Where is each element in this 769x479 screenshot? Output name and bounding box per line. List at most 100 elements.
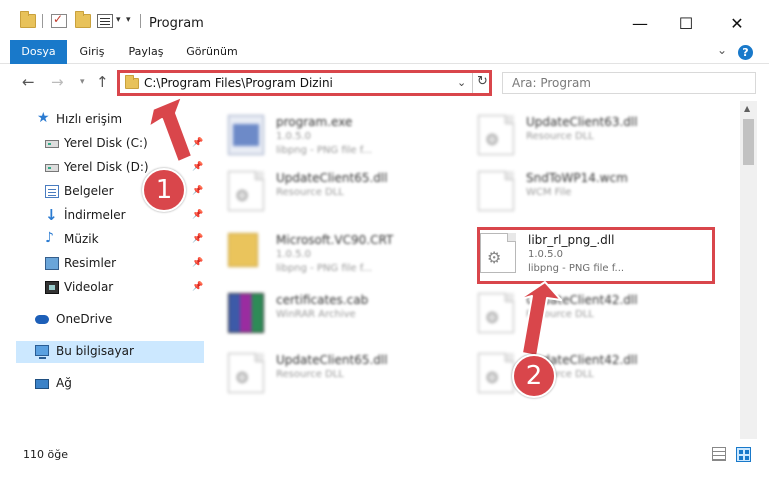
up-arrow-icon[interactable]: ↑ bbox=[96, 73, 109, 91]
file-detail: Resource DLL bbox=[526, 131, 594, 142]
address-folder-icon bbox=[125, 75, 139, 89]
file-item[interactable]: SndToWP14.wcm WCM File bbox=[456, 163, 696, 219]
dll-icon bbox=[228, 171, 264, 211]
scroll-thumb[interactable] bbox=[743, 119, 754, 165]
dll-icon bbox=[478, 353, 514, 393]
sidebar-item-label: Resimler bbox=[64, 256, 117, 270]
maximize-button[interactable]: ☐ bbox=[663, 8, 709, 40]
file-detail: Resource DLL bbox=[276, 369, 344, 380]
network-icon bbox=[35, 379, 49, 389]
properties-check-icon[interactable] bbox=[51, 12, 67, 28]
sidebar-item-music[interactable]: ♪ Müzik 📌 bbox=[0, 229, 206, 251]
sidebar-item-label: Yerel Disk (C:) bbox=[64, 136, 148, 150]
sidebar-item-label: Belgeler bbox=[64, 184, 114, 198]
file-detail: WCM File bbox=[526, 187, 572, 198]
minimize-button[interactable]: — bbox=[617, 8, 663, 40]
large-icons-view-icon[interactable] bbox=[736, 447, 751, 462]
file-item[interactable]: UpdateClient65.dll Resource DLL bbox=[206, 345, 446, 401]
file-detail: libpng - PNG file f... bbox=[276, 145, 373, 156]
pin-icon[interactable]: 📌 bbox=[192, 186, 203, 196]
quick-access-dropdown-icon[interactable]: ▾ bbox=[116, 15, 121, 25]
computer-icon bbox=[35, 345, 49, 359]
window-title: Program bbox=[149, 16, 204, 31]
customize-toolbar-icon[interactable]: ▾ bbox=[126, 15, 131, 25]
expand-ribbon-icon[interactable]: ⌄ bbox=[717, 43, 727, 57]
tab-view[interactable]: Görünüm bbox=[181, 40, 243, 64]
properties-icon[interactable] bbox=[97, 14, 113, 28]
file-detail: WinRAR Archive bbox=[276, 309, 356, 320]
file-name: UpdateClient65.dll bbox=[276, 171, 388, 185]
tab-share[interactable]: Paylaş bbox=[123, 40, 169, 64]
title-bar: ▾ ▾ Program — ☐ ✕ bbox=[0, 0, 769, 40]
star-icon: ★ bbox=[37, 110, 50, 126]
forward-arrow-icon[interactable]: → bbox=[51, 73, 64, 91]
pin-icon[interactable]: 📌 bbox=[192, 282, 203, 292]
file-name: UpdateClient42.dll bbox=[526, 293, 638, 307]
sidebar-item-this-pc[interactable]: Bu bilgisayar bbox=[16, 341, 204, 363]
search-box[interactable]: Ara: Program bbox=[502, 72, 756, 94]
step-badge-2: 2 bbox=[512, 354, 556, 398]
file-name: certificates.cab bbox=[276, 293, 369, 307]
file-item[interactable]: UpdateClient65.dll Resource DLL bbox=[206, 163, 446, 219]
file-name: UpdateClient63.dll bbox=[526, 115, 638, 129]
pin-icon[interactable]: 📌 bbox=[192, 234, 203, 244]
recent-locations-icon[interactable]: ▾ bbox=[80, 77, 85, 87]
pictures-icon bbox=[45, 257, 59, 270]
vertical-scrollbar[interactable]: ▲ bbox=[740, 101, 757, 439]
sidebar-item-local-disk-c[interactable]: Yerel Disk (C:) 📌 bbox=[0, 133, 206, 155]
search-placeholder[interactable]: Ara: Program bbox=[512, 76, 591, 90]
tab-home[interactable]: Giriş bbox=[72, 40, 112, 64]
documents-icon bbox=[45, 185, 59, 198]
file-detail: libpng - PNG file f... bbox=[276, 263, 373, 274]
sidebar-item-label: OneDrive bbox=[56, 312, 113, 326]
pin-icon[interactable]: 📌 bbox=[192, 138, 203, 148]
sidebar-item-quick-access[interactable]: ★ Hızlı erişim bbox=[30, 109, 206, 131]
rar-icon bbox=[228, 293, 264, 333]
file-item[interactable]: UpdateClient42.dll Resource DLL bbox=[456, 345, 696, 401]
videos-icon bbox=[45, 281, 59, 294]
close-button[interactable]: ✕ bbox=[714, 8, 760, 40]
highlight-box bbox=[477, 227, 715, 284]
file-name: program.exe bbox=[276, 115, 353, 129]
sidebar-item-pictures[interactable]: Resimler 📌 bbox=[0, 253, 206, 275]
file-item[interactable]: certificates.cab WinRAR Archive bbox=[206, 285, 446, 341]
navigation-pane: ★ Hızlı erişim Yerel Disk (C:) 📌 Yerel D… bbox=[0, 101, 206, 439]
music-icon: ♪ bbox=[45, 230, 54, 246]
sidebar-item-label: İndirmeler bbox=[64, 208, 126, 222]
quick-access-separator bbox=[42, 14, 43, 28]
file-item[interactable]: UpdateClient42.dll Resource DLL bbox=[456, 285, 696, 341]
cloud-icon bbox=[35, 315, 49, 324]
file-item[interactable]: program.exe 1.0.5.0 libpng - PNG file f.… bbox=[206, 107, 446, 163]
ribbon-tabs: Dosya Giriş Paylaş Görünüm ⌄ bbox=[0, 40, 769, 64]
address-text[interactable]: C:\Program Files\Program Dizini bbox=[144, 76, 333, 90]
sidebar-item-network[interactable]: Ağ bbox=[30, 373, 206, 395]
folder-icon bbox=[228, 233, 258, 267]
sidebar-item-onedrive[interactable]: OneDrive bbox=[30, 309, 206, 331]
pin-icon[interactable]: 📌 bbox=[192, 162, 203, 172]
pin-icon[interactable]: 📌 bbox=[192, 210, 203, 220]
new-folder-icon[interactable] bbox=[75, 11, 91, 28]
sidebar-item-label: Hızlı erişim bbox=[56, 112, 123, 126]
file-item[interactable]: Microsoft.VC90.CRT 1.0.5.0 libpng - PNG … bbox=[206, 225, 446, 281]
sidebar-item-videos[interactable]: Videolar 📌 bbox=[0, 277, 206, 299]
address-bar[interactable]: C:\Program Files\Program Dizini ⌄ ↻ bbox=[117, 70, 492, 96]
file-detail: 1.0.5.0 bbox=[276, 249, 311, 260]
sidebar-item-label: Videolar bbox=[64, 280, 114, 294]
view-switcher bbox=[712, 447, 756, 462]
file-name: SndToWP14.wcm bbox=[526, 171, 628, 185]
help-button[interactable]: ? bbox=[738, 45, 753, 60]
sidebar-item-label: Ağ bbox=[56, 376, 72, 390]
file-item[interactable]: UpdateClient63.dll Resource DLL bbox=[456, 107, 696, 163]
sidebar-item-label: Yerel Disk (D:) bbox=[64, 160, 149, 174]
scroll-up-icon[interactable]: ▲ bbox=[744, 104, 750, 113]
tab-file[interactable]: Dosya bbox=[10, 40, 67, 64]
file-name: UpdateClient65.dll bbox=[276, 353, 388, 367]
title-separator bbox=[140, 14, 141, 28]
refresh-icon[interactable]: ↻ bbox=[477, 74, 488, 89]
back-arrow-icon[interactable]: ← bbox=[22, 73, 35, 91]
address-separator bbox=[472, 73, 473, 93]
file-icon bbox=[478, 171, 514, 211]
details-view-icon[interactable] bbox=[712, 447, 726, 461]
address-dropdown-icon[interactable]: ⌄ bbox=[457, 76, 466, 89]
pin-icon[interactable]: 📌 bbox=[192, 258, 203, 268]
